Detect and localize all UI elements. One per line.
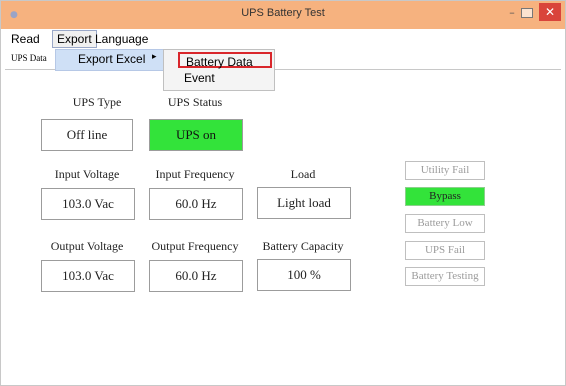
menu-read[interactable]: Read [7, 31, 44, 47]
app-window: ● UPS Battery Test – ✕ Read Export Langu… [0, 0, 566, 386]
menu-language[interactable]: Language [91, 31, 152, 47]
export-excel-submenu: Battery Data Event [163, 49, 275, 91]
export-excel-menu[interactable]: Export Excel ▸ [55, 49, 165, 71]
status-ups-fail: UPS Fail [405, 241, 485, 260]
close-button[interactable]: ✕ [539, 3, 561, 21]
minimize-button[interactable]: – [505, 7, 519, 21]
event-item[interactable]: Event [184, 71, 215, 85]
window-title: UPS Battery Test [241, 7, 325, 19]
input-frequency-field: 60.0 Hz [149, 188, 243, 220]
chevron-right-icon: ▸ [152, 52, 157, 62]
battery-capacity-field: 100 % [257, 259, 351, 291]
input-voltage-field: 103.0 Vac [41, 188, 135, 220]
ups-status-label: UPS Status [167, 95, 223, 109]
maximize-button[interactable] [521, 8, 533, 18]
input-frequency-label: Input Frequency [155, 167, 235, 181]
battery-capacity-label: Battery Capacity [262, 239, 344, 253]
status-bypass: Bypass [405, 187, 485, 206]
menu-bar: Read Export Language [1, 29, 565, 49]
status-utility-fail: Utility Fail [405, 161, 485, 180]
ups-type-field: Off line [41, 119, 133, 151]
ups-status-field: UPS on [149, 119, 243, 151]
load-label: Load [290, 167, 316, 181]
menu-export[interactable]: Export [52, 30, 97, 48]
title-bar: ● UPS Battery Test – ✕ [1, 1, 565, 29]
output-frequency-label: Output Frequency [151, 239, 239, 253]
input-voltage-label: Input Voltage [54, 167, 120, 181]
output-frequency-field: 60.0 Hz [149, 260, 243, 292]
battery-data-item[interactable]: Battery Data [178, 52, 272, 69]
load-field: Light load [257, 187, 351, 219]
tab-ups-data[interactable]: UPS Data [11, 53, 47, 63]
status-battery-testing: Battery Testing [405, 267, 485, 286]
output-voltage-field: 103.0 Vac [41, 260, 135, 292]
status-battery-low: Battery Low [405, 214, 485, 233]
export-excel-item[interactable]: Export Excel [78, 52, 145, 66]
output-voltage-label: Output Voltage [50, 239, 124, 253]
